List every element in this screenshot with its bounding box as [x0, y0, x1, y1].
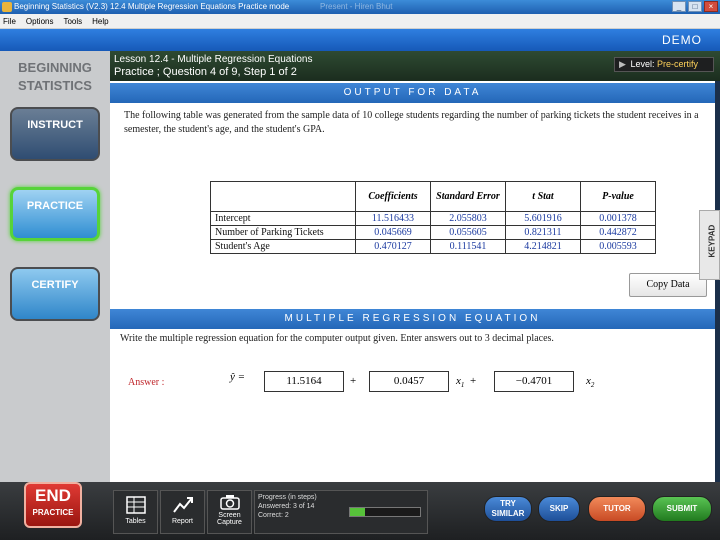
- menu-help[interactable]: Help: [92, 14, 108, 28]
- window-subtitle: Present - Hiren Bhut: [320, 2, 393, 11]
- table-cell: 2.055803: [430, 211, 506, 226]
- screen-capture-label-2: Capture: [217, 519, 242, 526]
- end-sub-label: PRACTICE: [32, 508, 74, 517]
- end-label: END: [35, 486, 71, 505]
- b1-input[interactable]: 0.0457: [369, 371, 449, 392]
- report-button[interactable]: Report: [160, 490, 205, 534]
- intercept-input[interactable]: 11.5164: [264, 371, 344, 392]
- table-cell: 0.821311: [505, 225, 581, 240]
- report-label: Report: [171, 518, 193, 525]
- table-corner: [210, 181, 356, 212]
- table-cell: 0.045669: [355, 225, 431, 240]
- tutor-button[interactable]: TUTOR: [588, 496, 646, 522]
- row-label: Intercept: [210, 211, 356, 226]
- table-row: Number of Parking Tickets 0.045669 0.055…: [210, 225, 656, 240]
- certify-button[interactable]: CERTIFY: [10, 267, 100, 321]
- level-value: Pre-certify: [656, 59, 698, 69]
- brand-line-2: STATISTICS: [18, 78, 92, 93]
- menu-file[interactable]: File: [3, 14, 16, 28]
- menu-tools[interactable]: Tools: [63, 14, 82, 28]
- progress-bar: [349, 507, 421, 517]
- x1-variable: x1: [456, 375, 464, 389]
- menu-bar: File Options Tools Help: [0, 14, 720, 29]
- practice-button[interactable]: PRACTICE: [10, 187, 100, 241]
- problem-intro: The following table was generated from t…: [124, 110, 699, 135]
- progress-bar-fill: [350, 508, 365, 516]
- table-cell: 0.111541: [430, 239, 506, 254]
- table-cell: 0.470127: [355, 239, 431, 254]
- window-title: Beginning Statistics (V2.3) 12.4 Multipl…: [14, 2, 290, 11]
- brand-line-1: BEGINNING: [18, 60, 92, 75]
- table-cell: 11.516433: [355, 211, 431, 226]
- close-button[interactable]: ×: [704, 1, 718, 12]
- skip-button[interactable]: SKIP: [538, 496, 580, 522]
- instruct-button[interactable]: INSTRUCT: [10, 107, 100, 161]
- bottom-toolbar: END PRACTICE Tables Report Screen Captur…: [0, 482, 720, 540]
- progress-panel: Progress (in steps) Answered: 3 of 14 Co…: [254, 490, 428, 534]
- equation-prompt: Write the multiple regression equation f…: [120, 333, 554, 344]
- keypad-tab[interactable]: KEYPAD: [699, 210, 720, 280]
- x2-subscript: 2: [590, 381, 595, 390]
- level-indicator: ▶ Level: Pre-certify: [614, 57, 714, 72]
- menu-options[interactable]: Options: [26, 14, 54, 28]
- lesson-header: Lesson 12.4 - Multiple Regression Equati…: [110, 51, 720, 81]
- table-cell: 5.601916: [505, 211, 581, 226]
- tables-button[interactable]: Tables: [113, 490, 158, 534]
- end-practice-button[interactable]: END PRACTICE: [24, 482, 82, 528]
- play-icon: ▶: [619, 59, 626, 69]
- answer-label: Answer :: [128, 377, 165, 388]
- b2-input[interactable]: −0.4701: [494, 371, 574, 392]
- row-label: Number of Parking Tickets: [210, 225, 356, 240]
- table-cell: 0.442872: [580, 225, 656, 240]
- submit-button[interactable]: SUBMIT: [652, 496, 712, 522]
- app-icon: [2, 2, 12, 12]
- table-row: Intercept 11.516433 2.055803 5.601916 0.…: [210, 211, 656, 226]
- try-similar-button[interactable]: TRY SIMILAR: [484, 496, 532, 522]
- minimize-button[interactable]: _: [672, 1, 686, 12]
- table-row: Student's Age 0.470127 0.111541 4.214821…: [210, 239, 656, 254]
- sidebar: BEGINNING STATISTICS INSTRUCT PRACTICE C…: [0, 51, 110, 482]
- similar-label: SIMILAR: [491, 509, 525, 518]
- table-cell: 0.055605: [430, 225, 506, 240]
- x1-subscript: 1: [460, 381, 465, 390]
- plus-sign: +: [350, 375, 357, 387]
- window-controls: _ □ ×: [672, 1, 718, 12]
- window-title-bar: Beginning Statistics (V2.3) 12.4 Multipl…: [0, 0, 720, 14]
- demo-label: DEMO: [662, 33, 702, 47]
- keypad-label: KEYPAD: [707, 224, 717, 258]
- column-header: Coefficients: [355, 181, 431, 212]
- column-header: P-value: [580, 181, 656, 212]
- column-header: t Stat: [505, 181, 581, 212]
- table-cell: 4.214821: [505, 239, 581, 254]
- output-section-header: OUTPUT FOR DATA: [110, 83, 715, 103]
- camera-icon: [219, 495, 240, 510]
- lesson-title: Lesson 12.4 - Multiple Regression Equati…: [114, 54, 313, 65]
- y-hat-symbol: ŷ =: [230, 371, 246, 383]
- screen-capture-button[interactable]: Screen Capture: [207, 490, 252, 534]
- demo-banner: DEMO: [0, 29, 720, 51]
- main-content: OUTPUT FOR DATA The following table was …: [110, 81, 715, 482]
- progress-title: Progress (in steps): [258, 494, 317, 501]
- plus-sign: +: [470, 375, 477, 387]
- regression-table: Coefficients Standard Error t Stat P-val…: [210, 181, 656, 254]
- try-label: TRY: [500, 499, 516, 508]
- column-header: Standard Error: [430, 181, 506, 212]
- question-progress: Practice ; Question 4 of 9, Step 1 of 2: [114, 66, 297, 78]
- level-label: Level:: [630, 59, 655, 69]
- maximize-button[interactable]: □: [688, 1, 702, 12]
- brand-logo: BEGINNING STATISTICS: [0, 59, 110, 95]
- table-cell: 0.001378: [580, 211, 656, 226]
- x2-variable: x2: [586, 375, 594, 389]
- table-header-row: Coefficients Standard Error t Stat P-val…: [210, 181, 656, 212]
- table-icon: [125, 496, 146, 514]
- equation-section-header: MULTIPLE REGRESSION EQUATION: [110, 309, 715, 329]
- row-label: Student's Age: [210, 239, 356, 254]
- screen-capture-label-1: Screen: [218, 512, 241, 519]
- copy-data-button[interactable]: Copy Data: [629, 273, 707, 297]
- chart-trend-icon: [172, 497, 193, 513]
- table-cell: 0.005593: [580, 239, 656, 254]
- tables-label: Tables: [125, 518, 146, 525]
